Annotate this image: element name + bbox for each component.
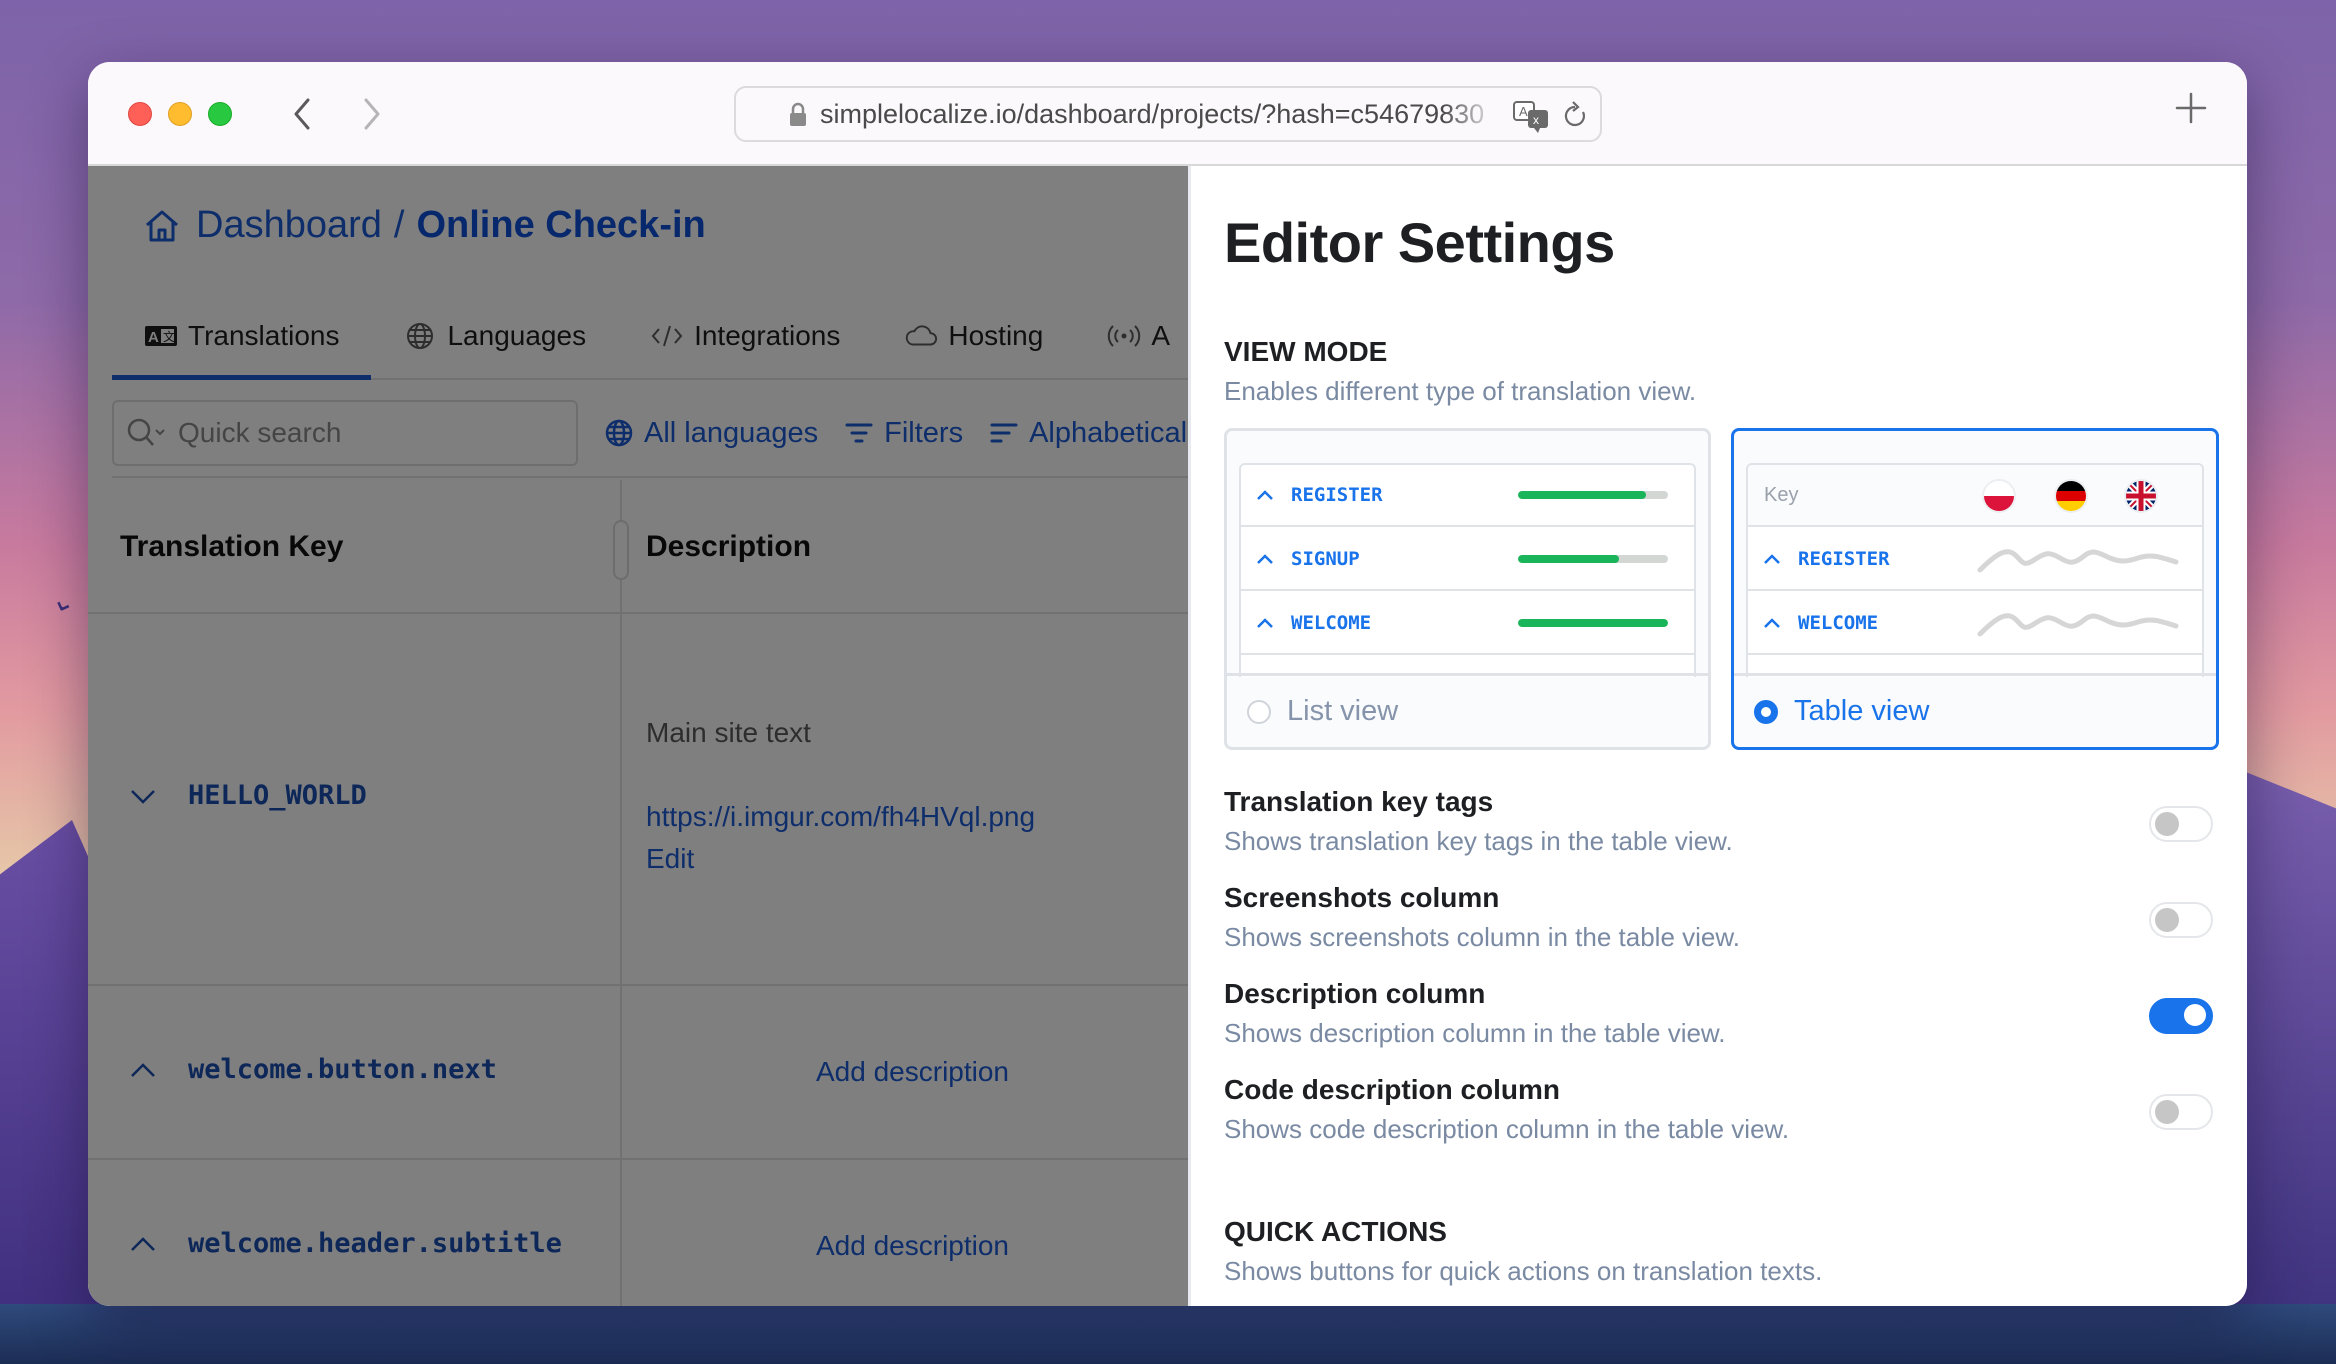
setting-description: Shows screenshots column in the table vi… (1224, 922, 1740, 952)
toggle-knob (2184, 1004, 2206, 1026)
flag-pl-icon (1982, 479, 2016, 513)
preview-row: REGISTER (1748, 529, 2202, 591)
progress-fill (1518, 555, 1619, 563)
svg-text:A: A (1519, 104, 1528, 119)
setting-description-column: Description column Shows description col… (1224, 978, 2217, 1058)
table-view-preview: Key REGISTER WELCOME (1746, 463, 2204, 677)
progress-bar (1518, 555, 1668, 563)
setting-description: Shows description column in the table vi… (1224, 1018, 1726, 1048)
page-content: Dashboard / Online Check-in A 文 Translat… (88, 166, 2247, 1306)
progress-fill (1518, 491, 1646, 499)
setting-description: Shows translation key tags in the table … (1224, 826, 1733, 856)
setting-code-description-column: Code description column Shows code descr… (1224, 1074, 2217, 1154)
setting-title: Screenshots column (1224, 882, 1500, 913)
preview-key: WELCOME (1291, 612, 1372, 634)
panel-title: Editor Settings (1224, 211, 1615, 274)
setting-title: Translation key tags (1224, 786, 1494, 817)
preview-key: REGISTER (1291, 484, 1383, 506)
quick-actions-subtitle: Shows buttons for quick actions on trans… (1224, 1256, 1823, 1286)
list-view-label: List view (1287, 695, 1399, 727)
setting-screenshots-column: Screenshots column Shows screenshots col… (1224, 882, 2217, 962)
screenshots-column-toggle[interactable] (2149, 902, 2213, 938)
new-tab-icon[interactable] (2171, 88, 2211, 128)
preview-row: SIGNUP (1241, 529, 1694, 591)
view-mode-title: VIEW MODE (1224, 336, 1388, 367)
back-button[interactable] (282, 90, 322, 138)
table-view-radio[interactable] (1754, 699, 1778, 724)
chevron-right-icon (364, 98, 380, 130)
bird-icon: ⌄ (47, 581, 83, 622)
toggle-knob (2155, 812, 2179, 836)
minimize-window-button[interactable] (168, 102, 192, 126)
list-view-radio-row[interactable]: List view (1227, 673, 1708, 747)
wallpaper-forest (0, 1304, 2336, 1364)
modal-backdrop[interactable] (88, 166, 1188, 1306)
setting-title: Code description column (1224, 1074, 1561, 1105)
translation-key-tags-toggle[interactable] (2149, 806, 2213, 842)
view-mode-subtitle: Enables different type of translation vi… (1224, 376, 1697, 406)
close-window-button[interactable] (128, 102, 152, 126)
chevron-up-icon (1257, 618, 1273, 628)
setting-description: Shows code description column in the tab… (1224, 1114, 1790, 1144)
quick-actions-title: QUICK ACTIONS (1224, 1216, 1447, 1247)
preview-row: WELCOME (1241, 593, 1694, 655)
editor-settings-panel: Editor Settings VIEW MODE Enables differ… (1188, 166, 2247, 1306)
code-description-column-toggle[interactable] (2149, 1094, 2213, 1130)
preview-key: REGISTER (1798, 548, 1890, 570)
url-text[interactable]: simplelocalize.io/dashboard/projects/?ha… (820, 99, 1498, 130)
chevron-up-icon (1764, 618, 1780, 628)
address-bar[interactable]: simplelocalize.io/dashboard/projects/?ha… (734, 86, 1602, 142)
forward-button[interactable] (352, 90, 392, 138)
progress-bar (1518, 619, 1668, 627)
description-column-toggle[interactable] (2149, 998, 2213, 1034)
table-view-option[interactable]: Key REGISTER WELCOME Table view (1731, 428, 2219, 750)
toggle-knob (2155, 908, 2179, 932)
preview-row: WELCOME (1748, 593, 2202, 655)
reload-icon[interactable] (1560, 100, 1590, 132)
toggle-knob (2155, 1100, 2179, 1124)
list-view-radio[interactable] (1247, 699, 1271, 724)
preview-header-row: Key (1748, 465, 2202, 527)
chevron-up-icon (1764, 554, 1780, 564)
table-view-label: Table view (1794, 695, 1930, 727)
preview-key: WELCOME (1798, 612, 1879, 634)
placeholder-text-squiggle (1977, 549, 2179, 573)
setting-title: Description column (1224, 978, 1486, 1009)
setting-translation-key-tags: Translation key tags Shows translation k… (1224, 786, 2217, 866)
svg-text:x: x (1533, 113, 1539, 127)
table-view-radio-row[interactable]: Table view (1734, 673, 2216, 747)
preview-row: REGISTER (1241, 465, 1694, 527)
flag-gb-icon (2124, 479, 2158, 513)
preview-header-key: Key (1764, 483, 1799, 506)
placeholder-text-squiggle (1977, 613, 2179, 637)
progress-fill (1518, 619, 1668, 627)
list-view-preview: REGISTER SIGNUP WELCOME (1239, 463, 1696, 677)
browser-titlebar: simplelocalize.io/dashboard/projects/?ha… (88, 62, 2247, 166)
flag-de-icon (2054, 479, 2088, 513)
chevron-left-icon (294, 98, 310, 130)
preview-key: SIGNUP (1291, 548, 1360, 570)
browser-window: simplelocalize.io/dashboard/projects/?ha… (88, 62, 2247, 1306)
lock-icon (790, 102, 806, 126)
progress-bar (1518, 491, 1668, 499)
chevron-up-icon (1257, 490, 1273, 500)
translate-page-icon[interactable]: A x (1512, 100, 1552, 134)
chevron-up-icon (1257, 554, 1273, 564)
maximize-window-button[interactable] (208, 102, 232, 126)
list-view-option[interactable]: REGISTER SIGNUP WELCOME List view (1224, 428, 1711, 750)
